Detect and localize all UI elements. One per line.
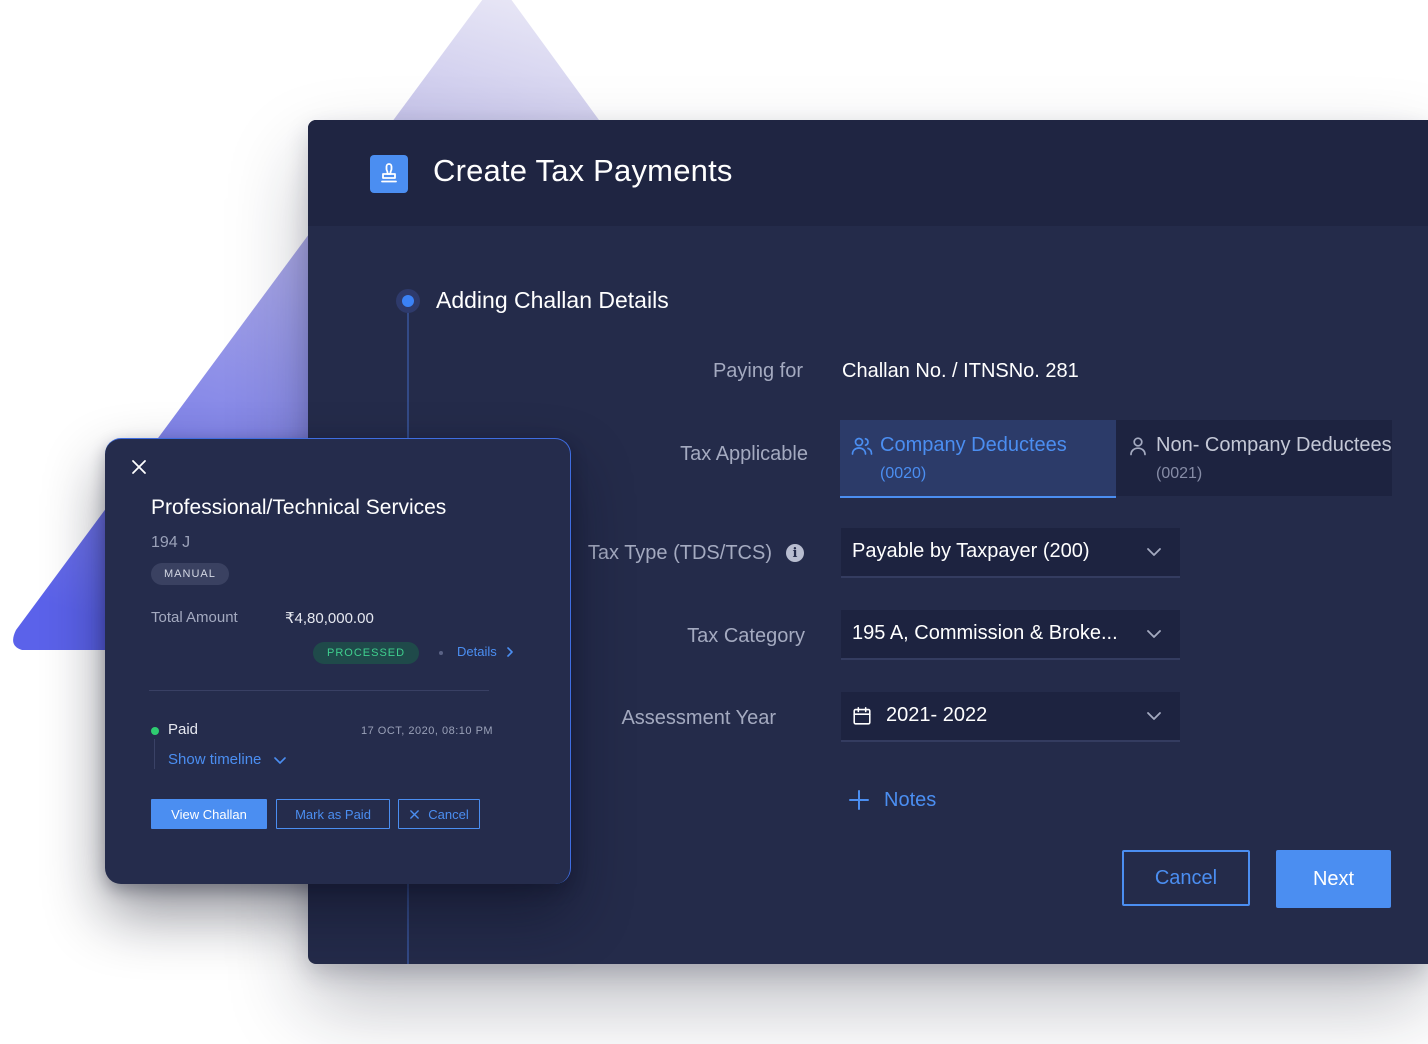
challan-card: Professional/Technical Services 194 J MA… xyxy=(105,438,571,884)
paid-label: Paid xyxy=(168,721,199,738)
chevron-down-icon xyxy=(1147,630,1161,638)
non-company-deductees-option[interactable]: Non- Company Deductees (0021) xyxy=(1116,420,1392,496)
card-cancel-label: Cancel xyxy=(428,806,469,822)
tax-applicable-label: Tax Applicable xyxy=(680,443,808,465)
details-label: Details xyxy=(457,644,497,659)
separator-dot xyxy=(439,651,443,655)
status-badge: PROCESSED xyxy=(313,642,420,664)
window-header: Create Tax Payments xyxy=(308,120,1428,226)
user-icon xyxy=(1130,437,1146,456)
card-title: Professional/Technical Services 194 J xyxy=(151,491,451,559)
total-amount-label: Total Amount xyxy=(151,609,238,626)
notes-label: Notes xyxy=(884,788,937,811)
users-icon xyxy=(851,437,873,455)
timeline-step-dot xyxy=(396,289,420,313)
assessment-year-label: Assessment Year xyxy=(621,707,776,729)
close-icon[interactable] xyxy=(129,457,149,477)
step-title: Adding Challan Details xyxy=(436,287,669,313)
tax-category-label: Tax Category xyxy=(687,625,805,647)
paid-timeline-line xyxy=(154,739,155,769)
tax-type-label: Tax Type (TDS/TCS) xyxy=(587,542,772,564)
non-company-deductees-label: Non- Company Deductees xyxy=(1156,434,1392,456)
card-section-code: 194 J xyxy=(151,534,191,551)
plus-icon xyxy=(849,790,869,810)
info-icon[interactable]: i xyxy=(786,544,804,562)
card-divider xyxy=(149,690,489,691)
manual-badge: MANUAL xyxy=(151,563,229,585)
company-deductees-label: Company Deductees xyxy=(880,434,1067,456)
paid-timestamp: 17 OCT, 2020, 08:10 PM xyxy=(361,725,494,737)
details-link[interactable]: Details xyxy=(457,644,515,659)
tax-category-dropdown[interactable]: 195 A, Commission & Broke... xyxy=(841,610,1180,660)
tax-type-dropdown[interactable]: Payable by Taxpayer (200) xyxy=(841,528,1180,578)
cancel-button[interactable]: Cancel xyxy=(1122,850,1250,906)
show-timeline-toggle[interactable]: Show timeline xyxy=(168,751,287,768)
chevron-down-icon xyxy=(1147,712,1161,720)
add-notes-button[interactable]: Notes xyxy=(848,786,936,814)
chevron-down-icon xyxy=(274,756,287,764)
company-deductees-option[interactable]: Company Deductees (0020) xyxy=(840,420,1116,498)
show-timeline-label: Show timeline xyxy=(168,751,262,768)
mark-as-paid-button[interactable]: Mark as Paid xyxy=(276,799,390,829)
total-amount-value: ₹4,80,000.00 xyxy=(285,610,374,627)
stamp-icon xyxy=(370,155,408,193)
non-company-deductees-code: (0021) xyxy=(1156,465,1203,482)
assessment-year-dropdown[interactable]: 2021- 2022 xyxy=(841,692,1180,742)
tax-category-value: 195 A, Commission & Broke... xyxy=(852,622,1118,644)
company-deductees-code: (0020) xyxy=(880,465,927,482)
tax-type-value: Payable by Taxpayer (200) xyxy=(852,540,1090,562)
card-cancel-button[interactable]: Cancel xyxy=(398,799,480,829)
page-title: Create Tax Payments xyxy=(433,153,733,188)
next-button[interactable]: Next xyxy=(1276,850,1391,908)
chevron-right-icon xyxy=(506,646,513,657)
assessment-year-value: 2021- 2022 xyxy=(886,704,988,726)
calendar-icon xyxy=(853,706,871,725)
view-challan-button[interactable]: View Challan xyxy=(151,799,267,829)
paying-for-label: Paying for xyxy=(712,360,803,382)
paid-status-dot xyxy=(151,727,159,735)
chevron-down-icon xyxy=(1147,548,1161,556)
close-icon xyxy=(410,809,420,819)
card-title-text: Professional/Technical Services xyxy=(151,496,447,519)
paying-for-value: Challan No. / ITNSNo. 281 xyxy=(842,360,1079,382)
